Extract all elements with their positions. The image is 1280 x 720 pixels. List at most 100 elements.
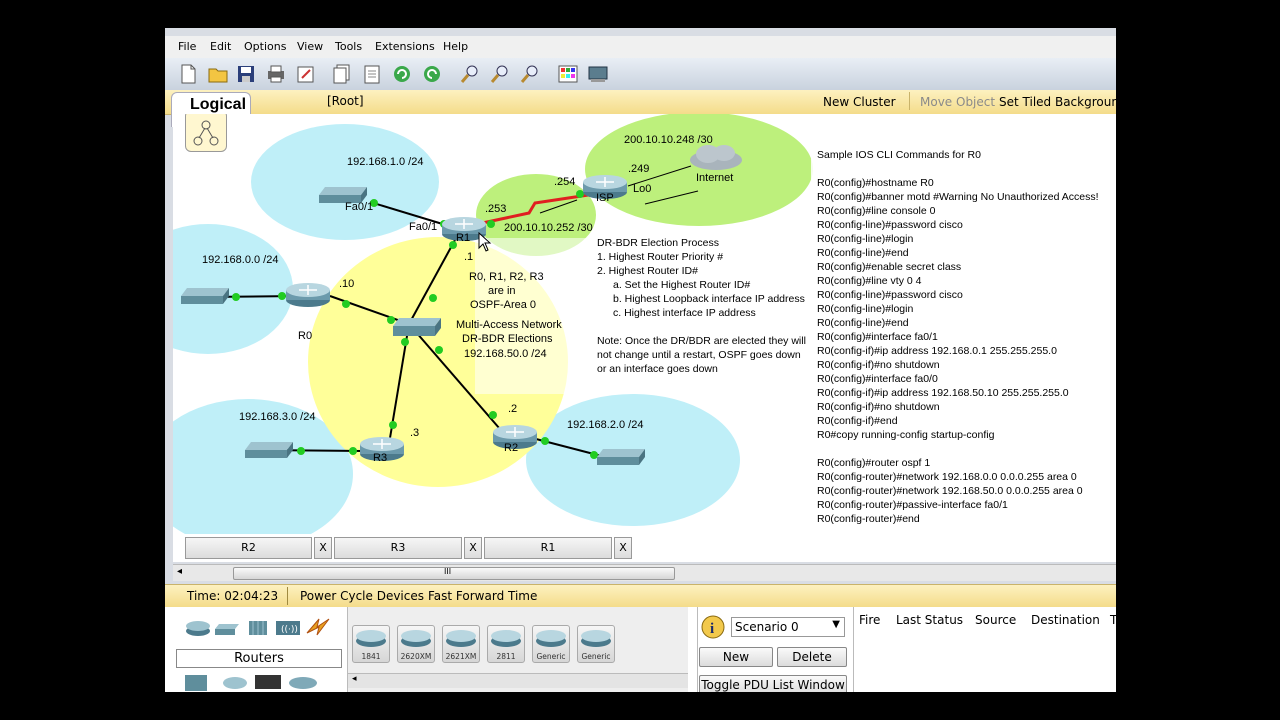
switch-192-168-3[interactable] [245,440,295,464]
ip-suffix-label: .10 [339,278,355,290]
menu-view[interactable]: View [297,40,323,53]
logical-workspace-canvas[interactable]: 192.168.1.0 /24 192.168.0.0 /24 192.168.… [173,114,1116,534]
open-folder-icon[interactable] [207,63,229,85]
router-r0[interactable] [285,280,331,312]
cli-command-line: R0(config-if)#end [817,415,898,427]
device-label-isp: ISP [596,192,614,204]
set-tiled-background-button[interactable]: Set Tiled Backgrounc [999,95,1116,109]
cli-command-line: R0(config)#interface fa0/0 [817,373,938,385]
dr-bdr-note-line: not change until a restart, OSPF goes do… [597,349,801,361]
cli-command-line: R0(config)#banner motd #Warning No Unaut… [817,191,1099,203]
device-tab-r3[interactable]: R3 [334,537,462,559]
router-model-generic[interactable]: Generic [532,625,570,663]
switch-192-168-0[interactable] [181,286,231,310]
new-cluster-button[interactable]: New Cluster [823,95,896,109]
router-model-2811[interactable]: 2811 [487,625,525,663]
close-tab-r1-button[interactable]: X [614,537,632,559]
activity-wizard-icon[interactable] [295,63,317,85]
pdu-column-type[interactable]: T [1110,613,1116,627]
palette-icon[interactable] [557,63,579,85]
router-model-2621xm[interactable]: 2621XM [442,625,480,663]
realtime-bar: Time: 02:04:23 Power Cycle Devices Fast … [165,584,1116,608]
save-icon[interactable] [235,63,257,85]
menu-file[interactable]: File [178,40,196,53]
hubs-category-icon[interactable] [247,619,269,641]
wireless-category-icon[interactable]: ((·)) [275,619,301,641]
scroll-left-arrow-icon[interactable]: ◂ [352,674,357,684]
new-scenario-button[interactable]: New [699,647,773,667]
scroll-left-arrow-icon[interactable]: ◂ [177,566,182,577]
zoom-out-icon[interactable] [519,63,541,85]
close-tab-r3-button[interactable]: X [464,537,482,559]
switch-multiaccess[interactable] [393,316,443,342]
device-row-2-icons[interactable] [185,673,325,692]
zoom-in-icon[interactable] [459,63,481,85]
cli-command-line: R0(config-router)#network 192.168.0.0 0.… [817,471,1077,483]
scrollbar-thumb[interactable]: III [233,567,675,580]
device-label-r2: R2 [504,442,519,454]
connections-category-icon[interactable] [305,615,331,641]
copy-icon[interactable] [331,63,353,85]
menu-tools[interactable]: Tools [335,40,362,53]
router-model-1841[interactable]: 1841 [352,625,390,663]
device-label-internet: Internet [696,172,734,184]
zoom-reset-icon[interactable] [489,63,511,85]
internet-cloud-icon[interactable] [688,142,744,176]
print-icon[interactable] [265,63,287,85]
custom-device-icon[interactable] [587,63,609,85]
scenario-selected-value: Scenario 0 [735,620,799,634]
move-object-button[interactable]: Move Object [920,95,995,109]
pdu-column-fire[interactable]: Fire [859,613,880,627]
cli-command-line: R0(config-line)#password cisco [817,289,963,301]
toggle-pdu-list-button[interactable]: Toggle PDU List Window [699,675,847,692]
menu-options[interactable]: Options [244,40,286,53]
root-label[interactable]: [Root] [327,94,364,108]
device-tab-r1[interactable]: R1 [484,537,612,559]
router-model-2620xm[interactable]: 2620XM [397,625,435,663]
router-model-label: Generic [536,652,566,661]
device-list-scrollbar[interactable]: ◂ [348,673,688,688]
time-display: Time: 02:04:23 [187,589,279,603]
router-model-label: Generic [581,652,611,661]
dr-bdr-note-line: Note: Once the DR/BDR are elected they w… [597,335,806,347]
fast-forward-button[interactable]: Fast Forward Time [428,589,537,603]
dr-bdr-note-line: c. Highest interface IP address [613,307,756,319]
pdu-column-source[interactable]: Source [975,613,1016,627]
power-cycle-button[interactable]: Power Cycle Devices [300,589,424,603]
device-tab-r2[interactable]: R2 [185,537,312,559]
divider [909,92,910,110]
menu-extensions[interactable]: Extensions [375,40,435,53]
cli-command-line: R0(config-if)#ip address 192.168.0.1 255… [817,345,1057,357]
router-model-generic-2[interactable]: Generic [577,625,615,663]
info-icon[interactable]: i [701,615,725,643]
dr-bdr-note-line [597,320,806,334]
toolbar [165,58,1116,91]
cli-command-line: R0(config-line)#end [817,247,909,259]
scenario-select[interactable]: Scenario 0 ▼ [731,617,845,637]
new-file-icon[interactable] [177,63,199,85]
device-category-label: Routers [176,649,342,668]
menu-help[interactable]: Help [443,40,468,53]
logical-tab-label: Logical [190,96,247,113]
cli-command-line: R0(config-if)#no shutdown [817,359,940,371]
packet-tracer-window: File Edit Options View Tools Extensions … [165,28,1116,692]
routers-category-icon[interactable] [185,619,211,641]
dr-bdr-note-line: DR-BDR Election Process [597,237,719,249]
pdu-column-last-status[interactable]: Last Status [896,613,963,627]
pdu-column-destination[interactable]: Destination [1031,613,1100,627]
menu-edit[interactable]: Edit [210,40,231,53]
interface-label: Lo0 [633,183,652,195]
delete-scenario-button[interactable]: Delete [777,647,847,667]
switches-category-icon[interactable] [215,621,241,640]
paste-icon[interactable] [361,63,383,85]
switch-192-168-2[interactable] [597,447,647,471]
scenario-panel: i Scenario 0 ▼ New Delete Toggle PDU Lis… [697,607,850,692]
canvas-horizontal-scrollbar[interactable]: ◂ III [173,564,1116,581]
redo-icon[interactable] [421,63,443,85]
router-model-label: 2621XM [445,652,477,661]
close-tab-r2-button[interactable]: X [314,537,332,559]
cli-command-line [817,162,1116,176]
undo-icon[interactable] [391,63,413,85]
network-label: 192.168.0.0 /24 [202,254,279,266]
svg-text:((·)): ((·)) [281,625,298,635]
